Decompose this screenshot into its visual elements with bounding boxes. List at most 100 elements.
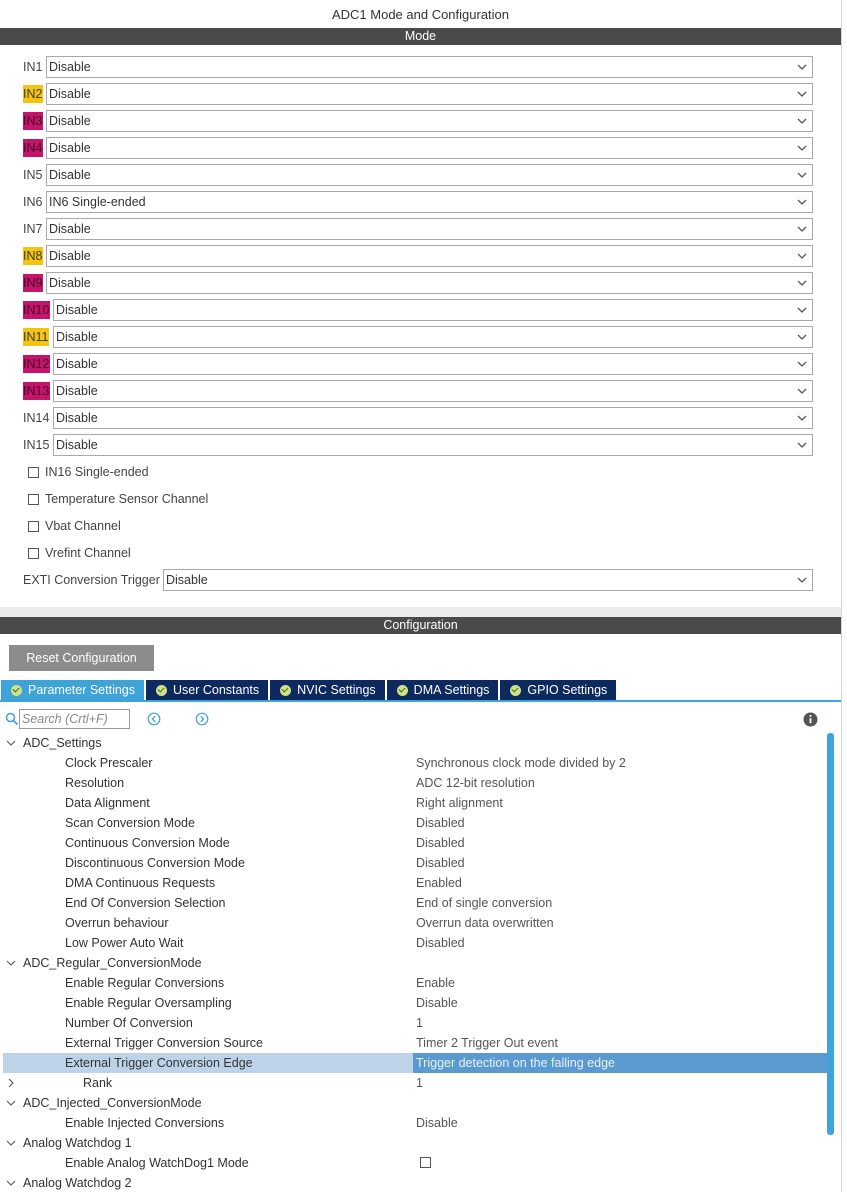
param-value: Timer 2 Trigger Out event [416,1036,558,1050]
tree-param-row[interactable]: DMA Continuous Requests Enabled [3,873,827,893]
exti-value: Disable [166,573,208,587]
param-label: Continuous Conversion Mode [65,836,230,850]
tab-dma-settings[interactable]: DMA Settings [386,680,499,700]
mode-section-header: Mode [0,28,841,45]
reset-configuration-button[interactable]: Reset Configuration [9,645,154,671]
param-label: Resolution [65,776,125,790]
tree-param-row-selected[interactable]: External Trigger Conversion Edge Trigger … [3,1053,827,1073]
tab-label: NVIC Settings [297,683,376,697]
tab-user-constants[interactable]: User Constants [146,680,269,700]
previous-icon[interactable] [147,712,161,726]
chevron-down-icon[interactable] [6,1138,16,1148]
check-circle-icon [396,684,408,696]
checkbox[interactable] [28,466,39,478]
checkbox[interactable] [28,493,39,505]
config-tabs: Parameter Settings User Constants NVIC Set… [1,680,618,700]
channel-dropdown[interactable]: Disable [46,245,813,267]
channel-label: IN10 [23,301,51,319]
tree-param-row[interactable]: Data Alignment Right alignment [3,793,827,813]
tree-param-row[interactable]: Enable Injected Conversions Disable [3,1113,827,1133]
channel-dropdown[interactable]: Disable [46,83,813,105]
info-icon[interactable] [803,712,818,727]
channel-dropdown[interactable]: Disable [53,434,813,456]
chevron-down-icon [797,442,807,448]
param-value: Right alignment [416,796,503,810]
exti-dropdown[interactable]: Disable [163,569,813,591]
chevron-down-icon[interactable] [6,1098,16,1108]
chevron-down-icon [797,226,807,232]
channel-label: IN3 [23,112,44,130]
param-value: Disabled [416,936,465,950]
tree-group[interactable]: Analog Watchdog 2 [3,1173,827,1192]
chevron-down-icon[interactable] [6,738,16,748]
search-icon[interactable] [5,712,19,726]
channel-row-7: IN7 Disable [23,218,813,240]
checkbox[interactable] [28,547,39,559]
configuration-section-header: Configuration [0,617,841,634]
chevron-down-icon[interactable] [6,958,16,968]
channel-value: Disable [56,357,98,371]
tree-param-row[interactable]: Resolution ADC 12-bit resolution [3,773,827,793]
chevron-right-icon[interactable] [6,1078,16,1088]
scrollbar-thumb[interactable] [827,733,834,1135]
channel-dropdown[interactable]: Disable [46,164,813,186]
tab-gpio-settings[interactable]: GPIO Settings [500,680,617,700]
group-label: ADC_Settings [23,736,102,750]
channel-dropdown[interactable]: Disable [53,299,813,321]
chevron-down-icon [797,334,807,340]
tab-nvic-settings[interactable]: NVIC Settings [270,680,385,700]
chevron-down-icon [797,253,807,259]
chevron-down-icon[interactable] [6,1178,16,1188]
tree-group[interactable]: ADC_Regular_ConversionMode [3,953,827,973]
channel-value: Disable [56,330,98,344]
tree-group[interactable]: ADC_Injected_ConversionMode [3,1093,827,1113]
channel-dropdown[interactable]: Disable [46,272,813,294]
checkbox[interactable] [28,520,39,532]
check-circle-icon [510,684,522,696]
tree-group[interactable]: Analog Watchdog 1 [3,1133,827,1153]
channel-dropdown[interactable]: Disable [46,218,813,240]
channel-value: Disable [49,168,91,182]
tab-parameter-settings[interactable]: Parameter Settings [1,680,144,700]
tree-param-row[interactable]: Scan Conversion Mode Disabled [3,813,827,833]
tree-param-row[interactable]: Continuous Conversion Mode Disabled [3,833,827,853]
tree-subgroup[interactable]: Rank 1 [3,1073,827,1093]
param-value: Disable [416,996,458,1010]
tree-param-row[interactable]: Low Power Auto Wait Disabled [3,933,827,953]
chevron-down-icon [797,172,807,178]
tree-param-row[interactable]: Number Of Conversion 1 [3,1013,827,1033]
check-circle-icon [280,684,292,696]
channel-dropdown[interactable]: Disable [53,353,813,375]
search-input[interactable] [19,709,130,729]
channel-value: Disable [49,222,91,236]
channel-dropdown[interactable]: Disable [46,56,813,78]
tree-group[interactable]: ADC_Settings [3,733,827,753]
tree-param-row[interactable]: Overrun behaviour Overrun data overwritte… [3,913,827,933]
channel-dropdown[interactable]: Disable [53,380,813,402]
tree-param-row[interactable]: External Trigger Conversion Source Timer … [3,1033,827,1053]
group-label: Analog Watchdog 1 [23,1136,132,1150]
channel-dropdown[interactable]: IN6 Single-ended [46,191,813,213]
param-checkbox[interactable] [420,1157,431,1168]
tree-param-row[interactable]: End Of Conversion Selection End of single… [3,893,827,913]
tree-param-row[interactable]: Enable Regular Conversions Enable [3,973,827,993]
channel-label: IN5 [23,168,43,182]
channel-dropdown[interactable]: Disable [53,407,813,429]
checkbox-label: IN16 Single-ended [45,465,149,479]
tree-param-row[interactable]: Discontinuous Conversion Mode Disabled [3,853,827,873]
check-circle-icon [156,684,167,696]
tree-param-row[interactable]: Enable Analog WatchDog1 Mode [3,1153,827,1173]
next-icon[interactable] [195,712,209,726]
window-title: ADC1 Mode and Configuration [331,7,510,22]
tree-param-row[interactable]: Enable Regular Oversampling Disable [3,993,827,1013]
channel-dropdown[interactable]: Disable [46,137,813,159]
channel-row-5: IN5 Disable [23,164,813,186]
chevron-down-icon [797,199,807,205]
channel-dropdown[interactable]: Disable [46,110,813,132]
channel-row-9: IN9 Disable [23,272,813,294]
channel-dropdown[interactable]: Disable [53,326,813,348]
channel-value: Disable [49,141,91,155]
channel-value: Disable [56,384,98,398]
tree-param-row[interactable]: Clock Prescaler Synchronous clock mode di… [3,753,827,773]
channel-label: IN7 [23,222,43,236]
